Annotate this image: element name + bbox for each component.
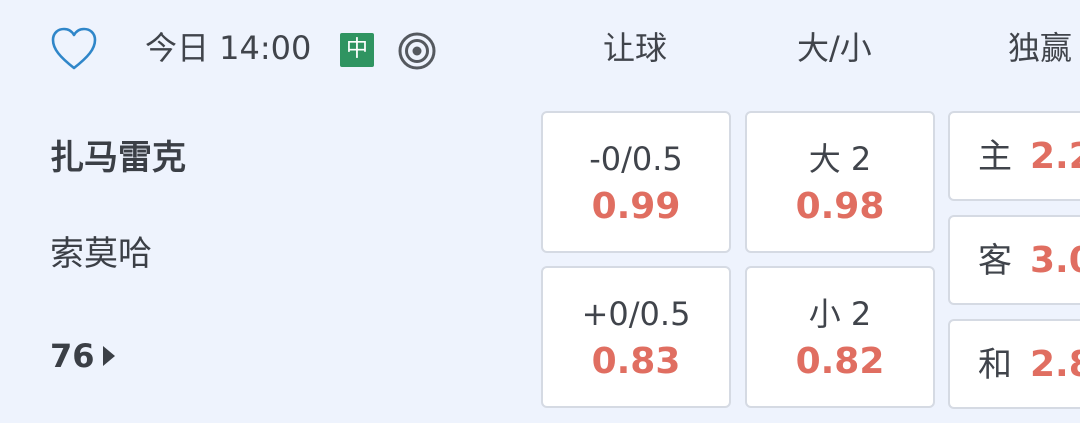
more-markets-count: 76 [50, 337, 95, 375]
column-header-handicap: 让球 [603, 29, 668, 67]
column-header-over-under: 大/小 [797, 29, 872, 67]
moneyline-away-label: 客 [978, 241, 1012, 281]
over-odds: 0.98 [795, 186, 885, 227]
handicap-home-odds: 0.99 [591, 186, 681, 227]
moneyline-draw-label: 和 [978, 345, 1012, 385]
match-time: 今日 14:00 [145, 29, 312, 67]
column-header-1x2: 独赢 [1008, 29, 1073, 67]
moneyline-away-button[interactable]: 客 3.0 [948, 215, 1080, 305]
moneyline-home-label: 主 [978, 137, 1012, 177]
under-line: 小 2 [808, 295, 872, 333]
moneyline-away-odds: 3.0 [1030, 240, 1080, 281]
home-team-name: 扎马雷克 [50, 138, 186, 178]
heart-icon[interactable] [50, 26, 98, 72]
under-odds: 0.82 [795, 341, 885, 382]
over-odds-button[interactable]: 大 2 0.98 [745, 111, 935, 253]
handicap-home-line: -0/0.5 [589, 140, 683, 178]
moneyline-draw-odds: 2.8 [1030, 344, 1080, 385]
under-odds-button[interactable]: 小 2 0.82 [745, 266, 935, 408]
moneyline-home-odds: 2.2 [1030, 136, 1080, 177]
handicap-away-odds: 0.83 [591, 341, 681, 382]
match-row: 今日 14:00 中 让球 大/小 独赢 扎马雷克 索莫哈 76 -0/0.5 … [0, 0, 1080, 423]
handicap-away-odds-button[interactable]: +0/0.5 0.83 [541, 266, 731, 408]
moneyline-home-button[interactable]: 主 2.2 [948, 111, 1080, 201]
handicap-away-line: +0/0.5 [581, 295, 691, 333]
away-team-name: 索莫哈 [50, 234, 152, 274]
live-stream-badge: 中 [340, 33, 374, 67]
target-icon[interactable] [397, 31, 437, 71]
caret-right-icon [102, 346, 115, 366]
over-line: 大 2 [808, 140, 872, 178]
more-markets-link[interactable]: 76 [50, 336, 115, 376]
handicap-home-odds-button[interactable]: -0/0.5 0.99 [541, 111, 731, 253]
moneyline-draw-button[interactable]: 和 2.8 [948, 319, 1080, 409]
